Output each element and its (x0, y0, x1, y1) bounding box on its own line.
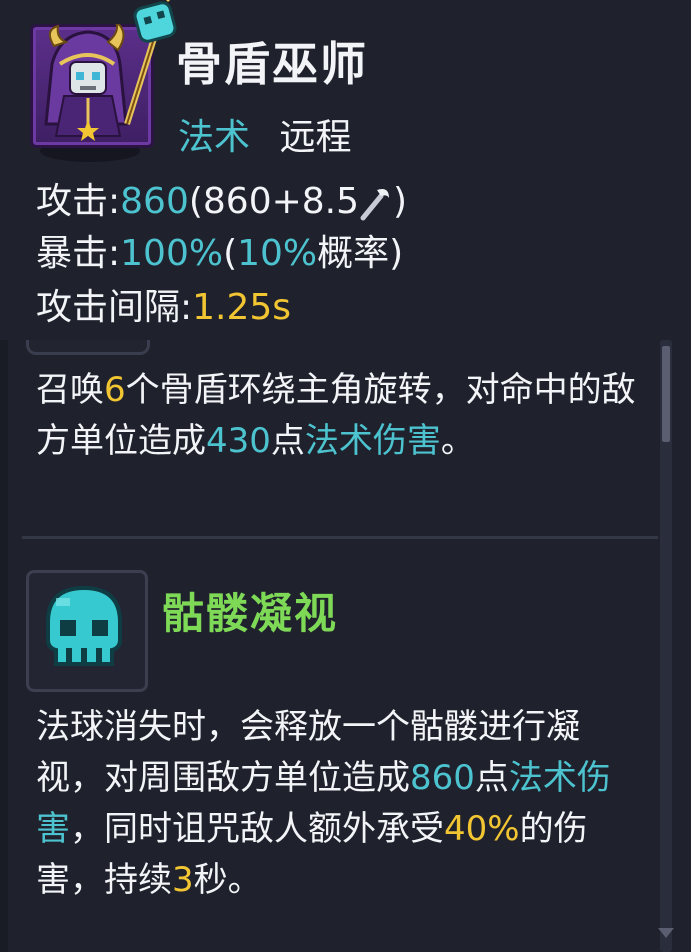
scrollbar-thumb[interactable] (662, 346, 670, 442)
hero-detail-card: 骨盾巫师 法术 远程 攻击:860(860+8.5) 暴击:100%(10%概率… (0, 0, 691, 952)
stat-attack-value: 860 (120, 181, 189, 222)
desc-text: ，同时诅咒敌人额外承受 (70, 809, 444, 849)
panel-edge (0, 340, 8, 952)
desc-text: 秒。 (193, 860, 262, 900)
tag-magic: 法术 (178, 117, 251, 158)
hero-name: 骨盾巫师 (176, 37, 368, 91)
scroll-down-arrow-icon[interactable] (658, 928, 674, 938)
desc-text: 点 (474, 758, 509, 798)
skill-1-description: 召唤6个骨盾环绕主角旋转，对命中的敌方单位造成430点法术伤害。 (36, 365, 646, 467)
stat-crit-suffix: 概率) (317, 233, 404, 274)
tag-ranged: 远程 (279, 117, 352, 158)
skill-2-damage: 860 (410, 758, 475, 798)
stat-crit-value: 100% (120, 233, 224, 274)
stat-interval-label: 攻击间隔: (36, 287, 193, 328)
wand-icon (360, 189, 390, 221)
section-divider (22, 536, 658, 539)
skill-scroll-panel[interactable]: 召唤6个骨盾环绕主角旋转，对命中的敌方单位造成430点法术伤害。 骷髅凝视 法球… (0, 340, 691, 952)
stat-interval-value: 1.25s (192, 287, 292, 328)
previous-skill-icon-frame (26, 340, 150, 355)
skill-2-description: 法球消失时，会释放一个骷髅进行凝视，对周围敌方单位造成860点法术伤害，同时诅咒… (36, 702, 646, 906)
curse-percent: 40% (444, 809, 520, 849)
curse-duration: 3 (172, 860, 194, 900)
hero-tags: 法术 远程 (178, 108, 351, 160)
stat-crit-label: 暴击: (36, 233, 121, 274)
stat-crit: 暴击:100%(10%概率) (36, 224, 403, 276)
stat-attack-interval: 攻击间隔:1.25s (36, 278, 291, 330)
skill-1-damage: 430 (206, 421, 271, 461)
skill-2-icon-frame (26, 570, 148, 692)
damage-type: 法术伤害 (304, 421, 441, 461)
desc-text: 点 (270, 421, 305, 461)
hero-portrait (30, 0, 177, 148)
stat-attack-detail: (860+8.5 (188, 181, 360, 222)
desc-text: 召唤 (36, 370, 104, 410)
stat-attack-label: 攻击: (36, 181, 121, 222)
skill-2-name: 骷髅凝视 (162, 589, 339, 638)
stat-crit-open: ( (223, 233, 238, 274)
stat-crit-chance: 10% (237, 233, 318, 274)
stat-attack: 攻击:860(860+8.5) (36, 172, 407, 224)
desc-text: 。 (440, 421, 475, 461)
shield-count: 6 (104, 370, 126, 410)
stat-attack-detail-close: ) (393, 181, 408, 222)
skull-staff-icon (124, 0, 177, 125)
skull-icon (46, 585, 122, 666)
